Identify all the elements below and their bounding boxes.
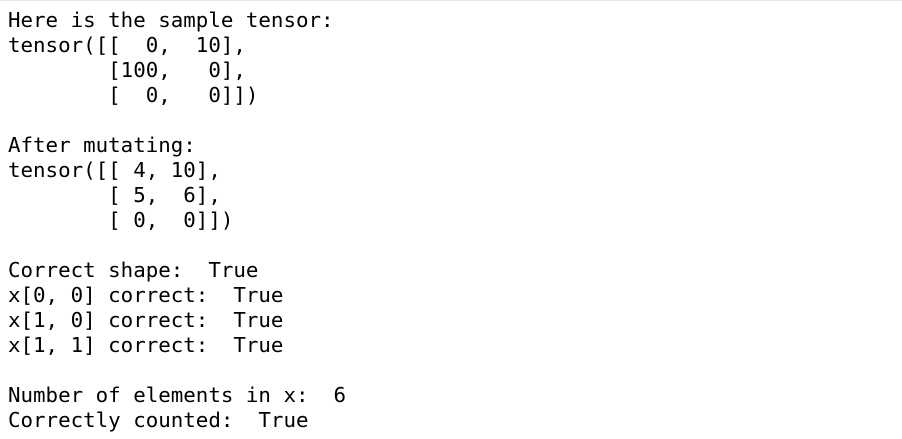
output-line-correctly-counted: Correctly counted: True: [8, 408, 309, 432]
output-line-x10-correct: x[1, 0] correct: True: [8, 308, 284, 332]
output-line-blank-1: [8, 108, 346, 133]
output-line-blank-2: [8, 233, 346, 258]
output-line-tensor-row-2: [100, 0],: [8, 58, 246, 82]
output-line-mutated-row-2: [ 5, 6],: [8, 183, 221, 207]
output-line-blank-3: [8, 358, 346, 383]
output-line-sample-header: Here is the sample tensor:: [8, 8, 334, 32]
top-divider: [0, 0, 902, 1]
output-line-x00-correct: x[0, 0] correct: True: [8, 283, 284, 307]
output-line-mutated-row-1: tensor([[ 4, 10],: [8, 158, 221, 182]
output-line-after-mutating: After mutating:: [8, 133, 196, 157]
output-line-number-of-elements: Number of elements in x: 6: [8, 383, 347, 407]
output-line-tensor-row-1: tensor([[ 0, 10],: [8, 33, 246, 57]
output-line-x11-correct: x[1, 1] correct: True: [8, 333, 284, 357]
output-line-tensor-row-3: [ 0, 0]]): [8, 83, 259, 107]
output-line-mutated-row-3: [ 0, 0]]): [8, 208, 234, 232]
console-output: Here is the sample tensor: tensor([[ 0, 1…: [8, 8, 346, 433]
output-line-correct-shape: Correct shape: True: [8, 258, 259, 282]
